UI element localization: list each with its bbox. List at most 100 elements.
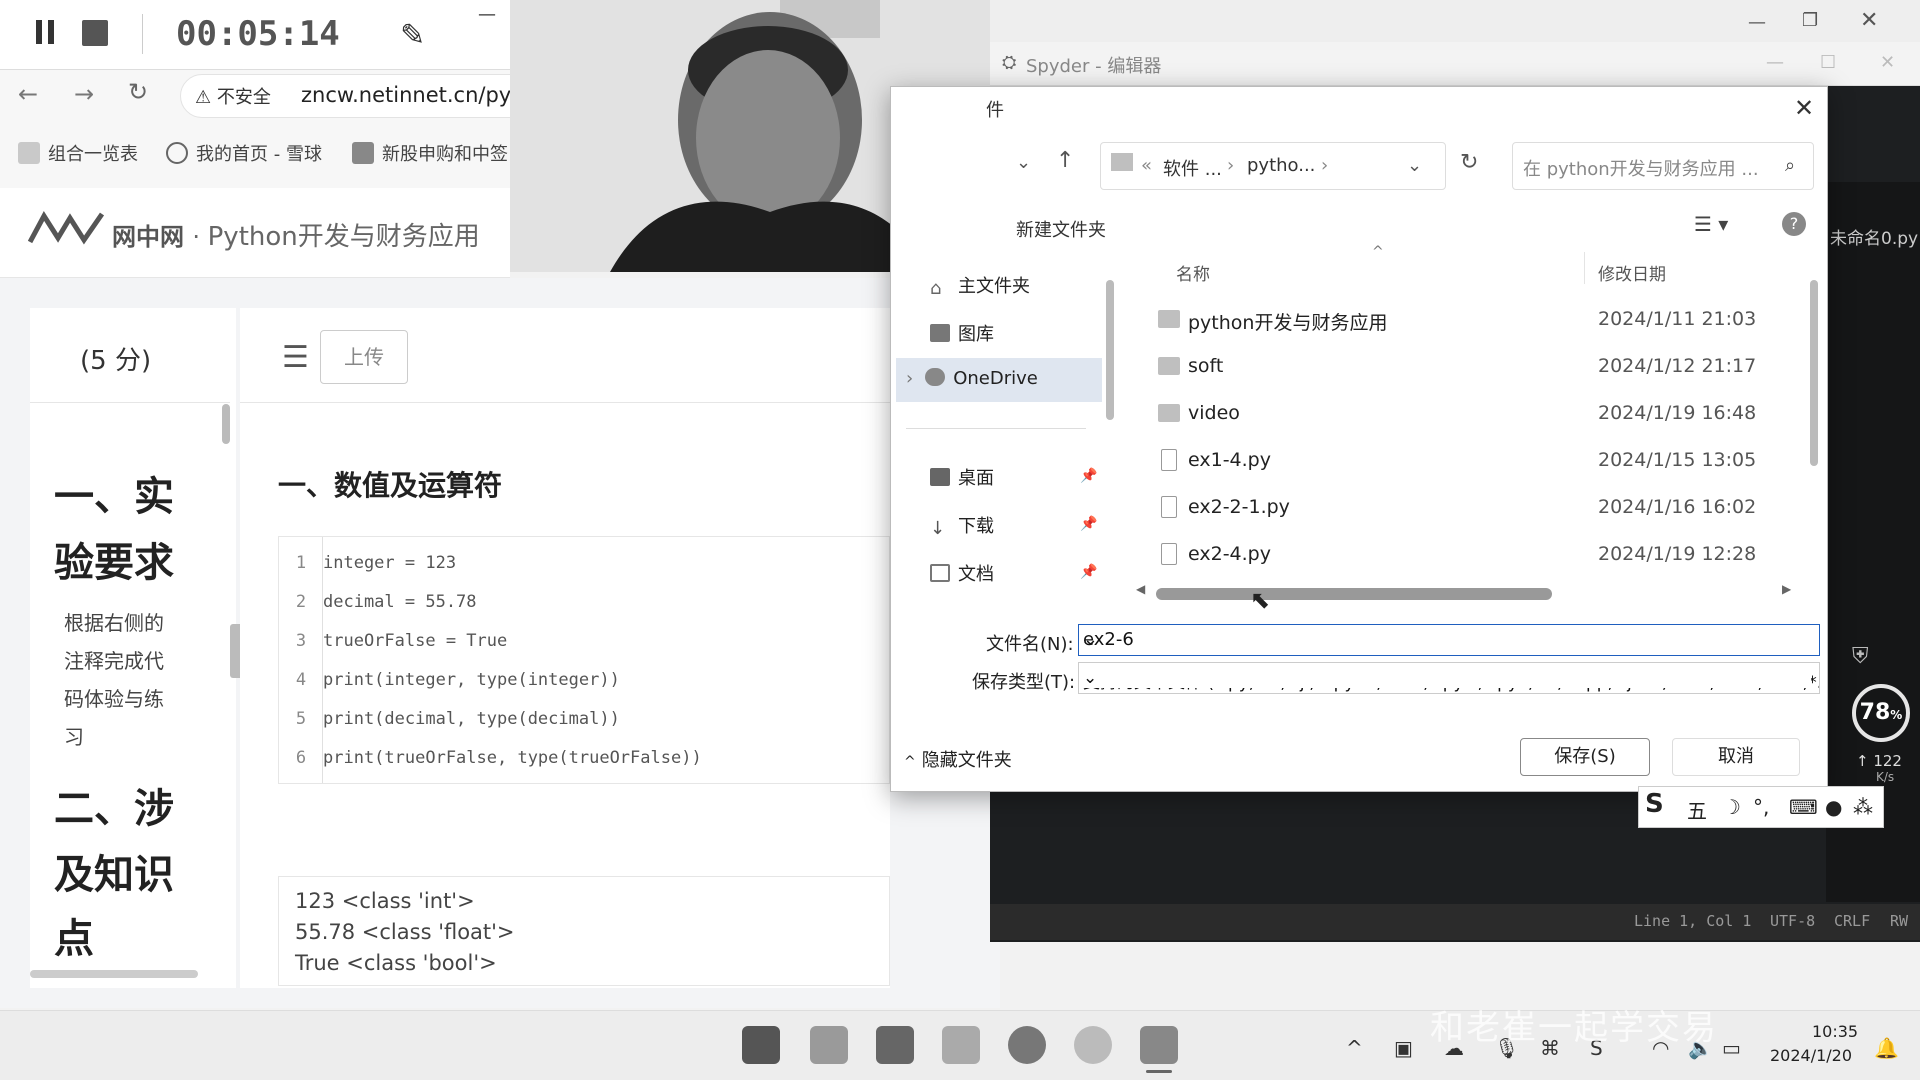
apps-icon[interactable]: ⁂ (1853, 795, 1873, 819)
divider (142, 14, 143, 54)
outdent-icon[interactable]: ☰ (282, 340, 309, 375)
nav-pane-scrollbar[interactable] (1106, 280, 1114, 420)
file-row[interactable]: python开发与财务应用 2024/1/11 21:03 (1150, 298, 1790, 344)
sogou-logo-icon[interactable]: S (1645, 789, 1664, 819)
code-line: 3 trueOrFalse = True (279, 631, 507, 651)
nav-label: 文档 (958, 564, 994, 585)
filetype-select[interactable]: 支持的文本文件 (*.py;*.R;*.jl;*.ipynb;*.md;*.py… (1078, 662, 1820, 694)
scroll-right-icon[interactable]: ▶ (1782, 582, 1791, 596)
bookmark-item[interactable]: 我的首页 - 雪球 (166, 140, 322, 166)
nav-item-documents[interactable]: 文档 (930, 560, 994, 586)
address-bar[interactable]: ⚠ 不安全 zncw.netinnet.cn/pyt (180, 74, 519, 118)
reload-icon[interactable]: ↻ (128, 78, 148, 106)
clock-time[interactable]: 10:35 (1812, 1022, 1858, 1041)
chevron-down-icon[interactable]: ⌄ (1083, 629, 1811, 650)
file-explorer-icon[interactable] (810, 1026, 848, 1064)
file-row[interactable]: ex1-4.py 2024/1/15 13:05 (1150, 439, 1790, 485)
pen-icon[interactable]: ✎ (400, 18, 425, 53)
line-number: 2 (295, 592, 307, 612)
app-icon[interactable] (942, 1026, 980, 1064)
nav-item-onedrive[interactable]: › OneDrive (906, 368, 1038, 389)
view-options-icon[interactable]: ☰ ▾ (1694, 212, 1728, 236)
nav-item-home[interactable]: ⌂ 主文件夹 (930, 272, 1030, 299)
breadcrumb[interactable]: « 软件 ... › pytho... › ⌄ (1100, 142, 1446, 190)
bookmark-item[interactable]: 组合一览表 (18, 140, 138, 166)
back-icon[interactable]: ← (18, 80, 38, 108)
restore-icon[interactable]: ❐ (1802, 10, 1818, 31)
url-text[interactable]: zncw.netinnet.cn/pyt (301, 83, 519, 107)
nav-item-downloads[interactable]: ↓ 下载 (930, 512, 994, 539)
nav-item-gallery[interactable]: 图库 (930, 320, 994, 346)
minimize-icon[interactable]: — (478, 4, 496, 25)
breadcrumb-item[interactable]: 软件 ... (1163, 155, 1222, 181)
recorder-icon[interactable] (1074, 1026, 1112, 1064)
save-button[interactable]: 保存(S) (1520, 738, 1650, 776)
nav-label: OneDrive (953, 368, 1038, 389)
file-list-scrollbar[interactable] (1810, 280, 1818, 466)
code-text: decimal = 55.78 (323, 592, 477, 612)
breadcrumb-overflow[interactable]: « (1141, 155, 1152, 176)
new-folder-button[interactable]: 新建文件夹 (1016, 216, 1106, 242)
folder-icon (1111, 153, 1133, 171)
navigation-pane: ⌂ 主文件夹 图库 › OneDrive 桌面 📌 ↓ 下载 📌 文档 📌 (890, 250, 1110, 610)
upload-button[interactable]: 上传 (320, 330, 408, 384)
maximize-icon[interactable]: ☐ (1820, 52, 1836, 73)
column-header-date[interactable]: 修改日期 (1598, 260, 1666, 285)
notification-icon[interactable]: 🔔 (1874, 1036, 1899, 1060)
tray-app-icon[interactable]: ▣ (1394, 1036, 1413, 1060)
chevron-down-icon[interactable]: ⌄ (1407, 155, 1422, 176)
minimize-icon[interactable]: — (1748, 12, 1766, 33)
filename-input[interactable]: ex2-6 ⌄ (1078, 624, 1820, 656)
stop-icon[interactable] (82, 20, 108, 46)
close-icon[interactable]: ✕ (1794, 94, 1814, 122)
forward-icon[interactable]: → (74, 80, 94, 108)
file-name: python开发与财务应用 (1188, 312, 1388, 334)
clock-date[interactable]: 2024/1/20 (1770, 1046, 1852, 1065)
code-text: trueOrFalse = True (323, 631, 508, 651)
scroll-left-icon[interactable]: ◀ (1136, 582, 1145, 596)
close-icon[interactable]: ✕ (1860, 8, 1878, 33)
editor-tab[interactable]: 未命名0.py (1830, 224, 1918, 249)
windows-start-icon[interactable] (742, 1026, 780, 1064)
search-input[interactable]: 在 python开发与财务应用 ... ⌕ (1512, 142, 1814, 190)
help-icon[interactable]: ? (1782, 212, 1806, 236)
cloud-icon (925, 368, 946, 386)
pin-icon: 📌 (1080, 516, 1098, 532)
file-row[interactable]: ex2-4.py 2024/1/19 12:28 (1150, 533, 1790, 579)
battery-icon[interactable]: ▭ (1722, 1036, 1741, 1060)
chevron-down-icon[interactable]: ⌄ (1016, 152, 1031, 173)
app-icon[interactable] (876, 1026, 914, 1064)
warning-icon: ⚠ (195, 87, 217, 108)
line-number: 3 (295, 631, 307, 651)
up-arrow-icon[interactable]: ↑ (1056, 148, 1074, 173)
user-icon[interactable]: ● (1825, 795, 1842, 819)
bookmark-item[interactable]: 新股申购和中签 (352, 140, 508, 166)
security-warning[interactable]: ⚠ 不安全 (195, 83, 271, 109)
close-icon[interactable]: ✕ (1880, 52, 1895, 73)
chevron-down-icon[interactable]: ⌄ (1083, 668, 1811, 688)
hide-folders-toggle[interactable]: ^ 隐藏文件夹 (904, 746, 1012, 772)
file-row[interactable]: ex2-2-1.py 2024/1/16 16:02 (1150, 486, 1790, 532)
line-number: 6 (295, 748, 307, 768)
nav-item-desktop[interactable]: 桌面 (930, 464, 994, 490)
file-row[interactable]: soft 2024/1/12 21:17 (1150, 345, 1790, 391)
percent-sign: % (1890, 708, 1903, 722)
cancel-button[interactable]: 取消 (1672, 738, 1800, 776)
moon-icon[interactable]: ☽ (1723, 795, 1741, 819)
chrome-icon[interactable] (1008, 1026, 1046, 1064)
refresh-icon[interactable]: ↻ (1460, 150, 1478, 175)
code-editor[interactable]: 1 integer = 123 2 decimal = 55.78 3 trueOrF… (278, 536, 890, 784)
column-header-name[interactable]: 名称 (1176, 260, 1210, 285)
spyder-icon[interactable] (1140, 1026, 1178, 1064)
breadcrumb-item[interactable]: pytho... (1247, 155, 1315, 176)
file-row[interactable]: video 2024/1/19 16:48 (1150, 392, 1790, 438)
chevron-up-icon[interactable]: ^ (1346, 1036, 1363, 1060)
ime-mode[interactable]: 五 (1687, 795, 1707, 824)
punctuation-icon[interactable]: °, (1753, 795, 1769, 819)
pause-icon[interactable] (32, 20, 58, 44)
minimize-icon[interactable]: — (1766, 52, 1784, 73)
keyboard-icon[interactable]: ⌨ (1789, 795, 1818, 819)
left-panel-hscrollbar[interactable] (30, 970, 198, 978)
left-panel-scrollbar[interactable] (222, 404, 230, 444)
file-list-hscrollbar[interactable] (1156, 588, 1552, 600)
